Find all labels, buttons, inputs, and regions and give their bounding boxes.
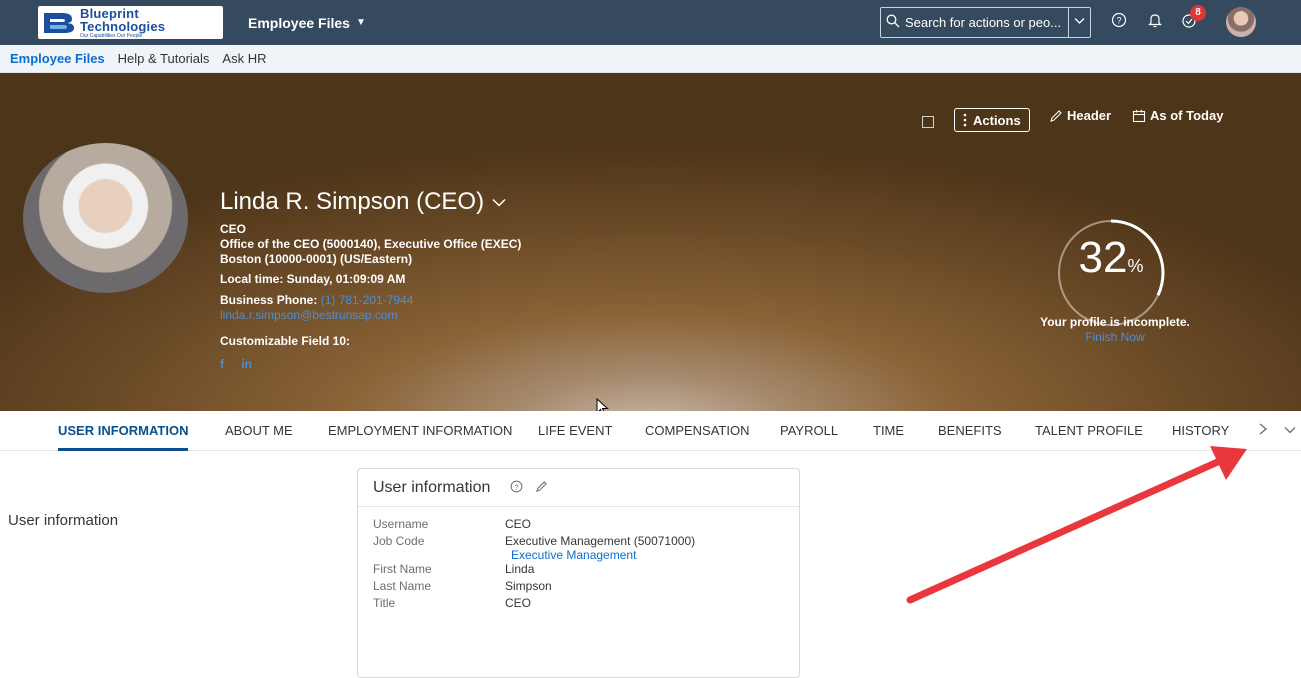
- card-title: User information: [373, 478, 491, 496]
- field-row-username: Username CEO: [358, 517, 799, 534]
- app-title-menu[interactable]: Employee Files ▼: [248, 0, 366, 45]
- business-phone-link[interactable]: (1) 781-201-7944: [321, 293, 414, 307]
- chevron-down-icon: [492, 194, 506, 211]
- sub-navigation: Employee Files Help & Tutorials Ask HR: [0, 45, 1301, 73]
- tab-compensation[interactable]: COMPENSATION: [645, 411, 750, 451]
- subnav-employee-files[interactable]: Employee Files: [10, 51, 105, 66]
- facebook-icon[interactable]: f: [220, 357, 224, 371]
- employee-name: Linda R. Simpson (CEO): [220, 188, 485, 215]
- field-value: Executive Management (50071000): [505, 534, 696, 548]
- employee-department: Office of the CEO (5000140), Executive O…: [220, 237, 522, 251]
- bell-icon[interactable]: [1144, 12, 1166, 34]
- field-label: Last Name: [373, 579, 432, 593]
- shell-bar: Blueprint Technologies Our Capabilities …: [0, 0, 1301, 45]
- tab-about-me[interactable]: ABOUT ME: [225, 411, 293, 451]
- tab-employment-information[interactable]: EMPLOYMENT INFORMATION: [328, 411, 512, 451]
- search-icon: [881, 14, 905, 31]
- expand-header-icon[interactable]: [922, 116, 934, 128]
- job-code-link[interactable]: Executive Management: [505, 548, 695, 562]
- employee-local-time: Local time: Sunday, 01:09:09 AM: [220, 272, 406, 286]
- field-value: Linda: [505, 562, 535, 576]
- finish-now-link[interactable]: Finish Now: [1020, 330, 1210, 344]
- section-tabs: USER INFORMATION ABOUT ME EMPLOYMENT INF…: [0, 411, 1301, 451]
- field-label: First Name: [373, 562, 432, 576]
- search-input[interactable]: Search for actions or peo...: [905, 15, 1068, 30]
- tab-time[interactable]: TIME: [873, 411, 904, 451]
- profile-incomplete-text: Your profile is incomplete.: [1040, 315, 1190, 329]
- profile-completion-percent: 32%: [1056, 233, 1166, 283]
- as-of-today-label: As of Today: [1150, 108, 1224, 123]
- user-avatar[interactable]: [1226, 7, 1256, 37]
- tab-history[interactable]: HISTORY: [1172, 411, 1229, 451]
- pencil-icon: [1050, 109, 1062, 122]
- employee-location: Boston (10000-0001) (US/Eastern): [220, 252, 413, 266]
- employee-title: CEO: [220, 222, 247, 236]
- tab-benefits[interactable]: BENEFITS: [938, 411, 1002, 451]
- chevron-down-icon[interactable]: [1068, 8, 1090, 37]
- field-label: Title: [373, 596, 396, 610]
- calendar-icon: [1132, 109, 1146, 122]
- app-title: Employee Files: [248, 14, 350, 31]
- company-logo[interactable]: Blueprint Technologies Our Capabilities …: [38, 6, 223, 39]
- field-value: CEO: [505, 517, 532, 531]
- svg-text:?: ?: [1116, 16, 1121, 26]
- tab-payroll[interactable]: PAYROLL: [780, 411, 838, 451]
- caret-down-icon: ▼: [355, 17, 366, 28]
- tab-talent-profile[interactable]: TALENT PROFILE: [1035, 411, 1143, 451]
- help-icon[interactable]: ?: [1108, 12, 1130, 34]
- tab-scroll-right-icon[interactable]: [1258, 411, 1268, 451]
- percent-unit: %: [1127, 256, 1144, 276]
- field-label: Username: [373, 517, 429, 531]
- profile-header: Actions Header As of Today Linda R. Simp…: [0, 73, 1301, 411]
- subnav-help-tutorials[interactable]: Help & Tutorials: [118, 51, 210, 66]
- search-field[interactable]: Search for actions or peo...: [880, 7, 1091, 38]
- field-row-job-code: Job Code Executive Management (50071000)…: [358, 534, 799, 562]
- more-vertical-icon: [963, 113, 967, 127]
- actions-label: Actions: [973, 112, 1021, 128]
- tab-user-information[interactable]: USER INFORMATION: [58, 411, 189, 451]
- notification-badge: 8: [1190, 5, 1206, 21]
- field-value: CEO: [505, 596, 532, 610]
- user-info-rows: Username CEO Job Code Executive Manageme…: [358, 507, 799, 613]
- subnav-ask-hr[interactable]: Ask HR: [222, 51, 266, 66]
- tab-life-event[interactable]: LIFE EVENT: [538, 411, 612, 451]
- email-link[interactable]: linda.r.simpson@bestrunsap.com: [220, 308, 398, 322]
- employee-name-menu[interactable]: Linda R. Simpson (CEO): [220, 188, 521, 216]
- header-button[interactable]: Header: [1049, 108, 1111, 123]
- field-value: Simpson: [505, 579, 552, 593]
- logo-tagline: Our Capabilities Our People: [80, 32, 143, 39]
- field-label: Job Code: [373, 534, 425, 548]
- svg-text:?: ?: [515, 482, 519, 491]
- profile-photo[interactable]: [23, 143, 188, 293]
- actions-button[interactable]: Actions: [954, 108, 1030, 132]
- customizable-field: Customizable Field 10:: [220, 334, 351, 348]
- header-label: Header: [1067, 108, 1112, 123]
- edit-pencil-icon[interactable]: [535, 480, 548, 496]
- field-row-title: Title CEO: [358, 596, 799, 613]
- linkedin-icon[interactable]: in: [241, 357, 252, 371]
- field-row-last-name: Last Name Simpson: [358, 579, 799, 596]
- percent-value: 32: [1078, 233, 1128, 282]
- logo-mark-icon: [44, 12, 74, 33]
- help-icon[interactable]: ?: [510, 480, 523, 496]
- logo-name-line1: Blueprint: [80, 5, 139, 21]
- person-details: Linda R. Simpson (CEO) CEO Office of the…: [220, 188, 521, 372]
- section-label-user-information: User information: [8, 512, 119, 529]
- field-row-first-name: First Name Linda: [358, 562, 799, 579]
- user-information-card: User information ? Username CEO Job Code…: [357, 468, 800, 678]
- as-of-today-button[interactable]: As of Today: [1132, 108, 1223, 123]
- tab-overflow-chevron-down-icon[interactable]: [1284, 411, 1296, 451]
- business-phone-label: Business Phone:: [220, 293, 318, 307]
- logo-name-line2: Technologies: [80, 18, 166, 34]
